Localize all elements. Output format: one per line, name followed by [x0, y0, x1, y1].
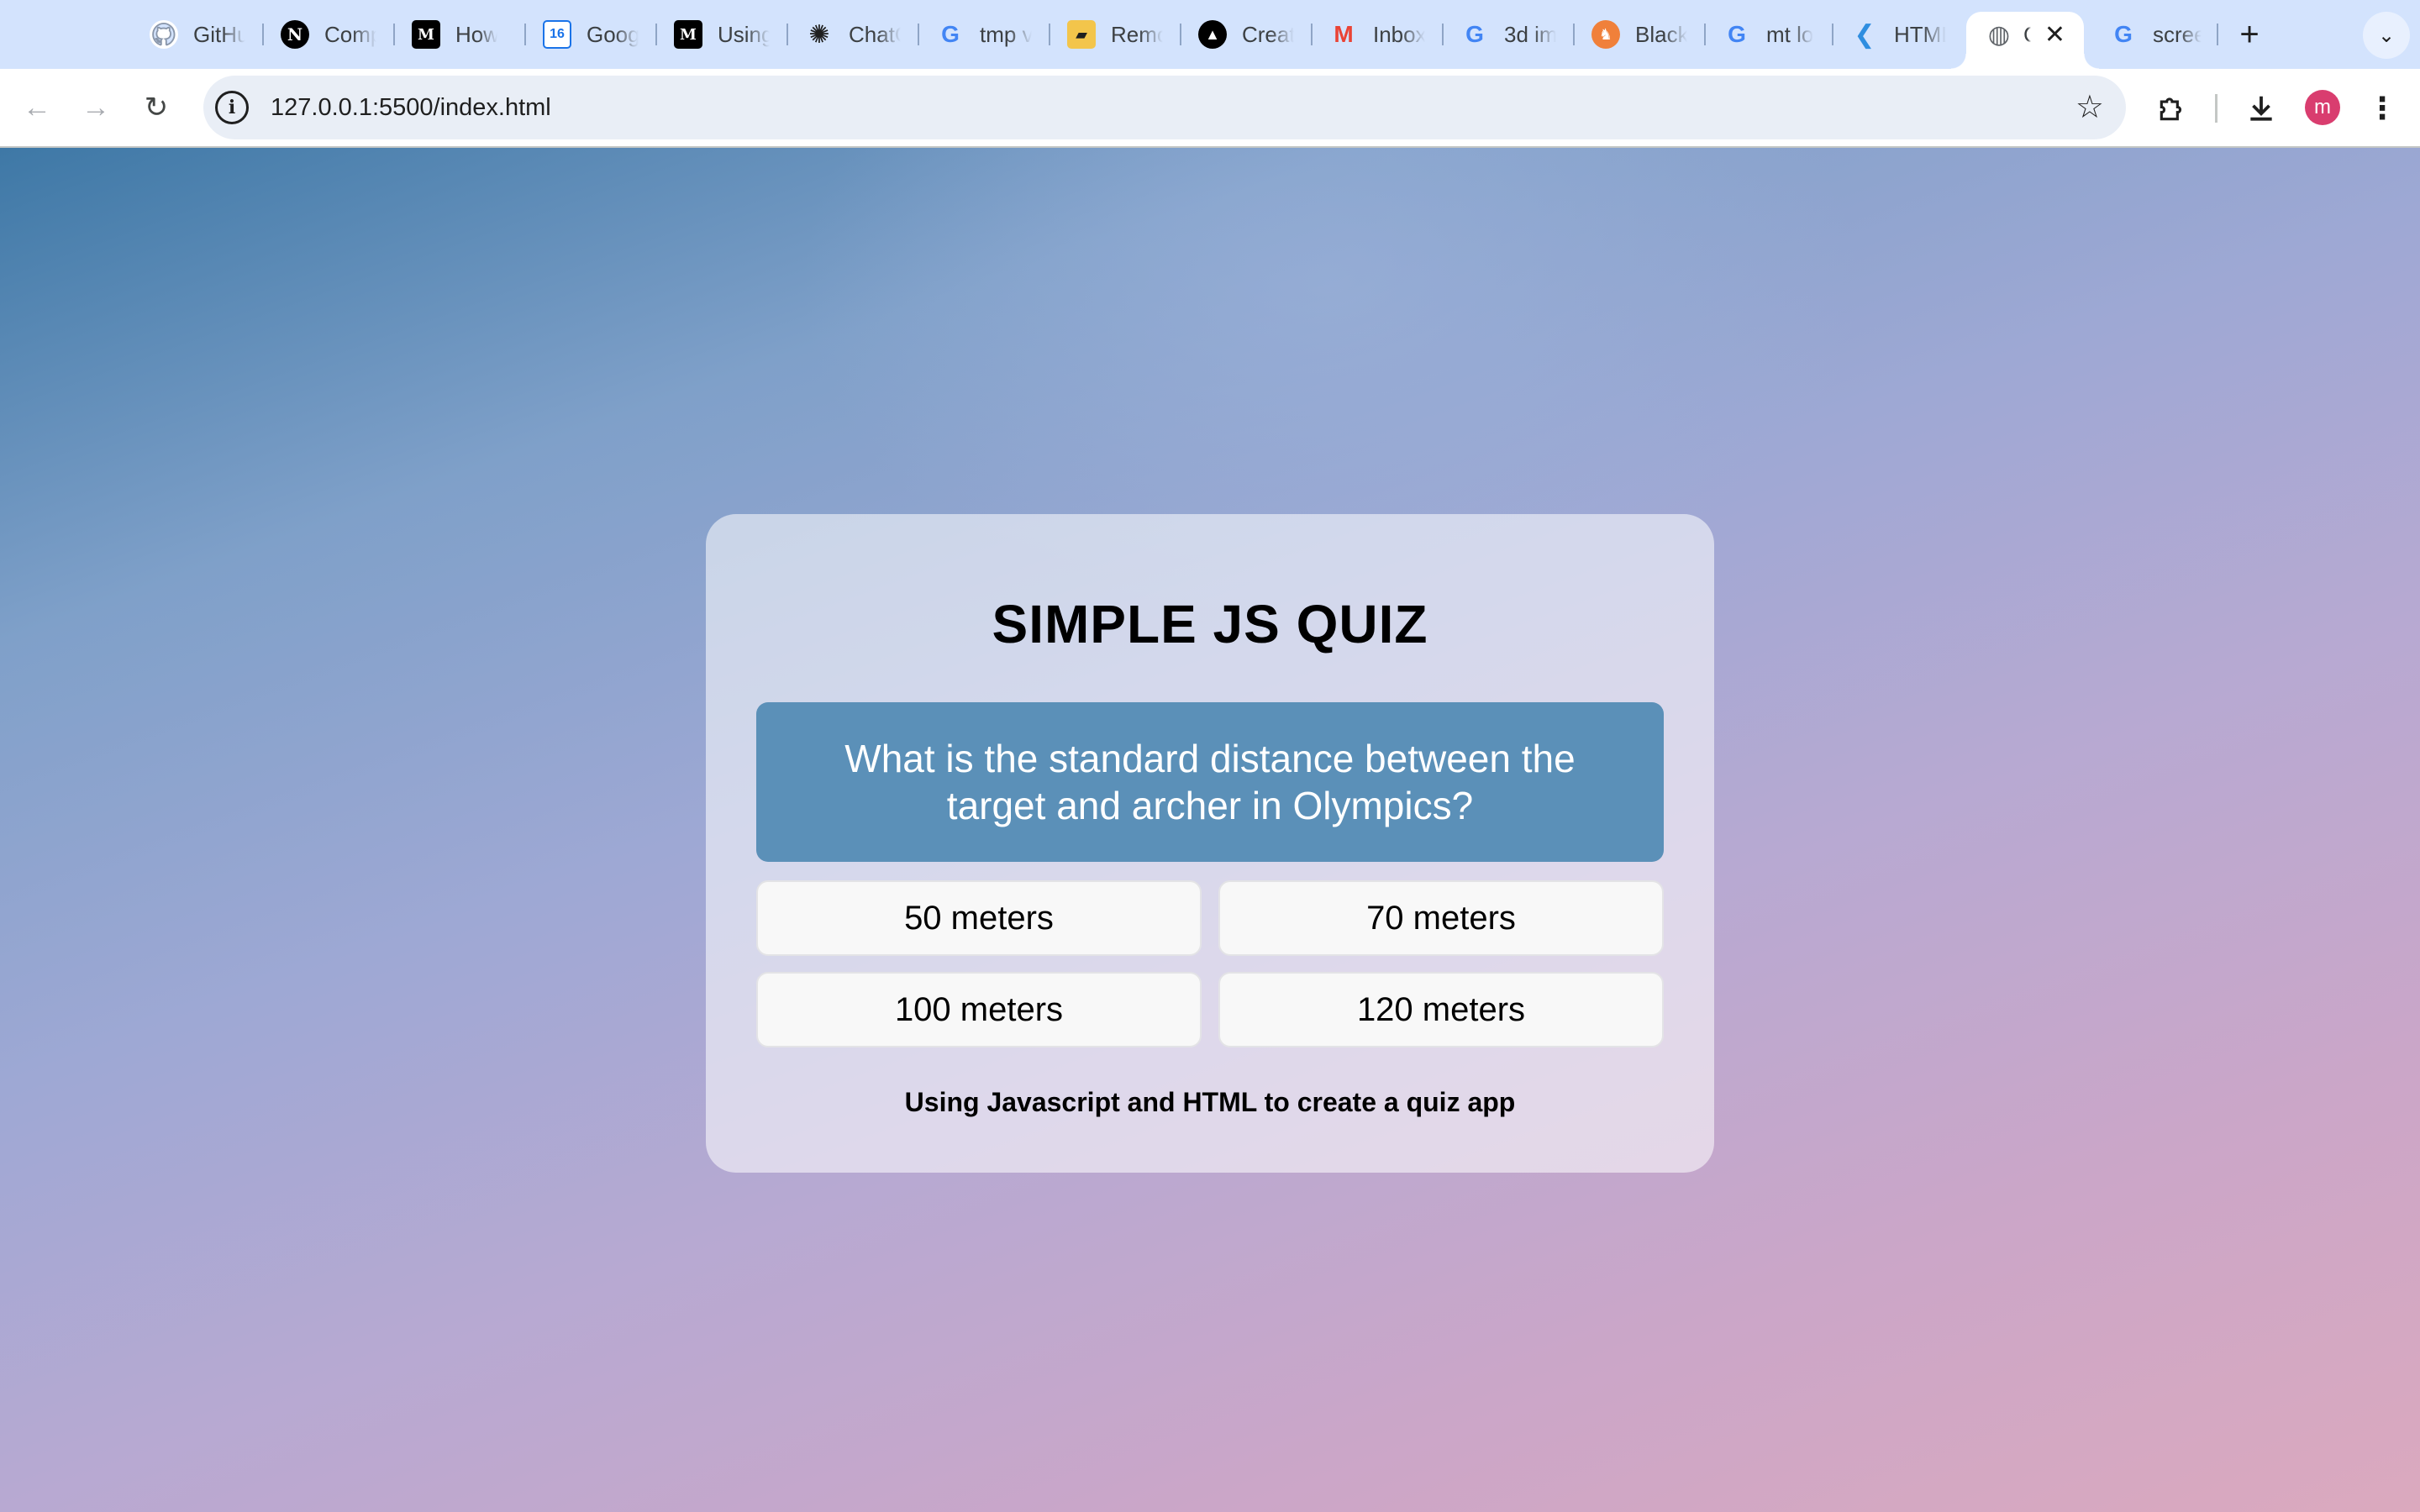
downloads-button[interactable]: [2240, 87, 2282, 129]
page-viewport: SIMPLE JS QUIZ What is the standard dist…: [0, 148, 2420, 1512]
more-vertical-icon: ⋮: [2367, 91, 2397, 125]
tab-black[interactable]: ♞ Black: [1591, 12, 1687, 57]
tab-title: Black: [1635, 21, 1687, 47]
tab-3d-im[interactable]: G 3d im: [1460, 12, 1556, 57]
tab-separator: [655, 24, 657, 45]
vercel-icon: ▲: [1198, 20, 1227, 49]
tab-title: screen: [2153, 21, 2202, 47]
new-tab-button[interactable]: +: [2227, 12, 2272, 57]
tab-title: tmp v: [980, 21, 1032, 47]
quiz-card: SIMPLE JS QUIZ What is the standard dist…: [706, 514, 1714, 1173]
answer-button[interactable]: 120 meters: [1218, 972, 1664, 1047]
tab-remote[interactable]: ▰ Remote: [1067, 12, 1163, 57]
tab-title: GitHub: [193, 21, 245, 47]
browser-menu-button[interactable]: ⋮: [2361, 87, 2403, 129]
tab-github[interactable]: GitHub: [150, 12, 245, 57]
tab-title: mt lo: [1766, 21, 1813, 47]
tab-create[interactable]: ▲ Create: [1198, 12, 1294, 57]
tab-inbox[interactable]: M Inbox: [1329, 12, 1425, 57]
tab-separator: [1049, 24, 1050, 45]
github-icon: [150, 20, 178, 49]
tab-title: Comp: [324, 21, 376, 47]
tab-separator: [1180, 24, 1181, 45]
tab-chatgpt[interactable]: ✺ ChatGPT: [805, 12, 901, 57]
google-icon: G: [1465, 21, 1484, 47]
answer-button[interactable]: 100 meters: [756, 972, 1202, 1047]
question-text: What is the standard distance between th…: [756, 702, 1664, 862]
google-icon: G: [1728, 21, 1746, 47]
medium-icon: M: [412, 20, 440, 49]
tab-title: C: [2023, 22, 2031, 48]
browser-toolbar: ← → ↻ i 127.0.0.1:5500/index.html ☆ m ⋮: [0, 69, 2420, 148]
tab-how-to[interactable]: M How to: [412, 12, 497, 57]
quiz-title: SIMPLE JS QUIZ: [992, 594, 1428, 654]
tab-title: Create: [1242, 21, 1294, 47]
arrow-right-icon: →: [82, 91, 110, 123]
profile-initial: m: [2314, 96, 2331, 118]
chevron-down-icon: ⌄: [2377, 24, 2396, 47]
tab-html[interactable]: ❮ HTML: [1850, 12, 1946, 57]
answer-button[interactable]: 70 meters: [1218, 880, 1664, 956]
remote-icon: ▰: [1067, 20, 1096, 49]
tab-title: 3d im: [1504, 21, 1556, 47]
tab-separator: [1573, 24, 1575, 45]
download-icon: [2250, 96, 2272, 121]
bookmark-star-icon[interactable]: ☆: [2075, 89, 2104, 126]
plus-icon: +: [2239, 15, 2260, 53]
reload-icon: ↻: [144, 92, 169, 123]
tab-screen[interactable]: G screen: [2109, 12, 2202, 57]
tab-title: Using: [718, 21, 770, 47]
tab-google-calendar[interactable]: 16 Google Calendar: [543, 12, 639, 57]
tab-separator: [786, 24, 788, 45]
tab-separator: [1832, 24, 1833, 45]
extensions-button[interactable]: [2151, 87, 2193, 129]
tab-title: ChatGPT: [849, 21, 901, 47]
tab-comp[interactable]: N Comp: [281, 12, 376, 57]
tab-search-button[interactable]: ⌄: [2363, 12, 2410, 59]
tab-separator: [1442, 24, 1444, 45]
arrow-left-icon: ←: [23, 91, 51, 123]
tab-title: Inbox: [1373, 21, 1425, 47]
nextjs-icon: N: [281, 20, 309, 49]
google-icon: G: [941, 21, 960, 47]
url-text[interactable]: 127.0.0.1:5500/index.html: [271, 94, 551, 122]
vscode-icon: ❮: [1854, 20, 1876, 49]
tab-separator: [262, 24, 264, 45]
tab-title: Google Calendar: [587, 21, 639, 47]
tab-active[interactable]: ◍ C ✕: [1951, 12, 2099, 69]
brave-icon: ♞: [1591, 20, 1620, 49]
tab-title: Remote: [1111, 21, 1163, 47]
puzzle-icon: [2160, 97, 2182, 121]
back-button[interactable]: ←: [13, 84, 60, 131]
toolbar-divider: [2215, 94, 2217, 123]
close-icon[interactable]: ✕: [2044, 20, 2065, 50]
tab-separator: [1311, 24, 1313, 45]
answer-button[interactable]: 50 meters: [756, 880, 1202, 956]
info-icon[interactable]: i: [215, 91, 249, 124]
tab-separator: [2217, 24, 2218, 45]
chatgpt-icon: ✺: [808, 20, 830, 49]
tab-separator: [393, 24, 395, 45]
tab-strip: GitHub N Comp M How to 16 Google Calenda…: [0, 0, 2420, 69]
tab-title: HTML: [1894, 21, 1946, 47]
gmail-icon: M: [1334, 21, 1354, 47]
tab-separator: [1704, 24, 1706, 45]
tab-using[interactable]: M Using: [674, 12, 770, 57]
tab-separator: [524, 24, 526, 45]
medium-icon: M: [674, 20, 702, 49]
forward-button[interactable]: →: [72, 84, 119, 131]
reload-button[interactable]: ↻: [133, 84, 180, 131]
calendar-icon: 16: [543, 20, 571, 49]
tab-tmp[interactable]: G tmp v: [936, 12, 1032, 57]
tab-mt-lo[interactable]: G mt lo: [1723, 12, 1813, 57]
profile-avatar[interactable]: m: [2305, 90, 2340, 125]
tab-separator: [918, 24, 919, 45]
address-bar[interactable]: i 127.0.0.1:5500/index.html ☆: [203, 76, 2126, 139]
quiz-footer: Using Javascript and HTML to create a qu…: [904, 1087, 1516, 1117]
google-icon: G: [2114, 21, 2133, 47]
tab-title: How to: [455, 21, 497, 47]
globe-icon: ◍: [1987, 20, 2011, 49]
